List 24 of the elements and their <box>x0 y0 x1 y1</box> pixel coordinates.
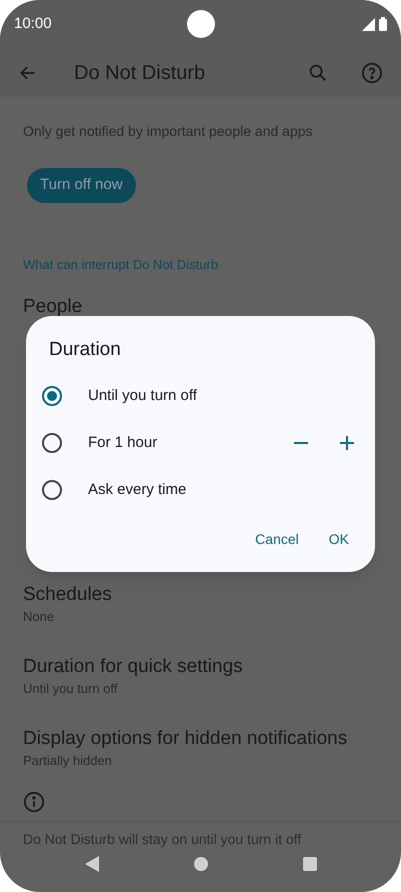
radio-button[interactable] <box>42 433 62 453</box>
radio-button[interactable] <box>42 480 62 500</box>
signal-icon <box>362 18 375 30</box>
section-header: What can interrupt Do Not Disturb <box>23 256 220 274</box>
screen-title: Do Not Disturb <box>74 60 206 86</box>
camera-cutout-icon <box>186 10 214 38</box>
plus-icon[interactable] <box>339 435 355 451</box>
help-icon[interactable] <box>361 62 383 84</box>
dialog-button[interactable]: OK <box>318 525 359 554</box>
battery-icon <box>379 17 387 31</box>
back-nav-icon[interactable] <box>84 856 98 872</box>
dialog-title: Duration <box>49 338 122 362</box>
recents-nav-icon[interactable] <box>302 857 316 871</box>
option-label[interactable]: For 1 hour <box>88 432 293 454</box>
radio-button[interactable] <box>42 386 62 406</box>
info-icon <box>23 790 45 812</box>
turn-off-button[interactable]: Turn off now <box>27 168 136 203</box>
setting-subtitle: None <box>23 608 56 626</box>
option-label[interactable]: Until you turn off <box>88 384 359 408</box>
setting-subtitle: Partially hidden <box>23 752 113 770</box>
dialog-button[interactable]: Cancel <box>245 525 309 554</box>
status-time: 10:00 <box>14 14 53 34</box>
option-label[interactable]: Ask every time <box>88 478 359 502</box>
description-text: Only get notified by important people and apps <box>23 122 314 141</box>
